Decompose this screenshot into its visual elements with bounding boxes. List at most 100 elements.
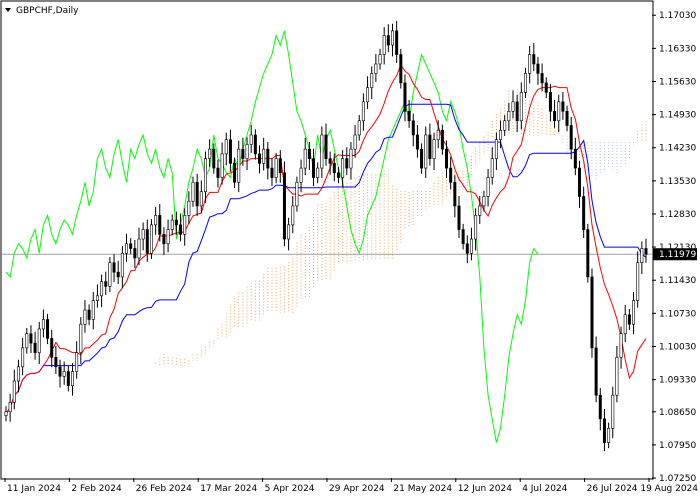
- candle-body: [636, 262, 640, 301]
- candle-body: [399, 54, 403, 84]
- candle-body: [623, 314, 627, 334]
- candle-body: [611, 394, 615, 429]
- price-axis-label: 1.17030: [659, 11, 696, 21]
- candle-body: [528, 54, 532, 74]
- candle-body: [320, 134, 324, 169]
- candle-body: [357, 120, 361, 136]
- candle-body: [312, 158, 316, 178]
- candle-body: [191, 181, 195, 202]
- candle-body: [586, 229, 590, 278]
- candle-body: [100, 281, 104, 297]
- candle-body: [228, 139, 232, 164]
- candle-body: [557, 101, 561, 122]
- candle-body: [332, 163, 336, 174]
- candle-body: [33, 342, 37, 353]
- candle-body: [307, 148, 311, 159]
- candle-body: [590, 276, 594, 349]
- candle-body: [615, 357, 619, 396]
- time-axis[interactable]: 11 Jan 2024 2 Feb 2024 26 Feb 2024 17 Mar 2…: [4, 478, 698, 494]
- candle-body: [411, 120, 415, 136]
- candle-body: [108, 262, 112, 287]
- candle-body: [303, 148, 307, 169]
- price-axis-label: 1.07250: [659, 474, 696, 484]
- candle-body: [461, 229, 465, 245]
- price-axis-label: 1.12830: [659, 210, 696, 220]
- time-axis-label: 26 Jul 2024: [587, 484, 638, 494]
- candle-body: [37, 328, 41, 353]
- candle-body: [469, 238, 473, 254]
- candle-body: [499, 129, 503, 140]
- candle: [590, 268, 594, 358]
- time-axis-label: 2 Feb 2024: [71, 484, 122, 494]
- candle-body: [166, 229, 170, 245]
- candle-body: [66, 371, 70, 387]
- candle-body: [582, 196, 586, 230]
- candle-body: [104, 281, 108, 287]
- candle-body: [627, 314, 631, 325]
- candle-body: [220, 153, 224, 178]
- time-axis-label: 4 Jul 2024: [522, 484, 567, 494]
- candle-body: [482, 196, 486, 207]
- price-axis-label: 1.08650: [659, 408, 696, 418]
- price-axis-label: 1.13530: [659, 177, 696, 187]
- price-axis-label: 1.07950: [659, 441, 696, 451]
- candle-body: [349, 148, 353, 169]
- candle-body: [602, 418, 606, 443]
- price-axis-label: 1.10030: [659, 342, 696, 352]
- candle-body: [12, 380, 16, 403]
- candle-body: [490, 158, 494, 178]
- candle-body: [345, 158, 349, 169]
- candle-body: [21, 347, 25, 368]
- price-axis-label: 1.16330: [659, 44, 696, 54]
- candle-body: [503, 120, 507, 131]
- candle-body: [336, 172, 340, 178]
- candle-body: [540, 73, 544, 84]
- candle-body: [216, 167, 220, 178]
- candle-body: [353, 134, 357, 150]
- candle-body: [46, 319, 50, 339]
- chart-svg[interactable]: 1.17030 1.16330 1.15630 1.14930 1.14230 1.135…: [0, 0, 700, 500]
- candle-body: [62, 371, 66, 377]
- time-axis-label: 5 Apr 2024: [265, 484, 315, 494]
- candle-body: [91, 300, 95, 320]
- time-axis-label: 19 Aug 2024: [640, 484, 698, 494]
- candle-body: [436, 129, 440, 140]
- chart-window: 1.17030 1.16330 1.15630 1.14930 1.14230 1.135…: [0, 0, 700, 500]
- candle-body: [245, 144, 249, 159]
- candle-body: [619, 333, 623, 358]
- candle-body: [253, 134, 257, 155]
- candle-body: [428, 134, 432, 159]
- candle-body: [519, 92, 523, 122]
- candle-body: [573, 148, 577, 169]
- candle-body: [569, 125, 573, 150]
- candle-body: [287, 224, 291, 240]
- candle-body: [445, 148, 449, 169]
- candle-body: [224, 139, 228, 155]
- candle-body: [316, 167, 320, 178]
- time-axis-label: 11 Jan 2024: [7, 484, 61, 494]
- candle-body: [494, 139, 498, 159]
- price-axis-label: 1.10730: [659, 309, 696, 319]
- candle: [399, 48, 403, 89]
- candle-body: [644, 248, 648, 255]
- candle-body: [8, 401, 12, 413]
- candle-body: [449, 167, 453, 183]
- time-axis-label: 26 Feb 2024: [136, 484, 192, 494]
- candle-body: [465, 243, 469, 254]
- candle-body: [87, 309, 91, 320]
- candle-body: [195, 181, 199, 207]
- candle-body: [366, 87, 370, 103]
- price-axis[interactable]: 1.17030 1.16330 1.15630 1.14930 1.14230 1.135…: [652, 11, 696, 484]
- candle-body: [58, 366, 62, 377]
- candle: [282, 161, 286, 247]
- candle-body: [640, 248, 644, 264]
- candle-body: [141, 229, 145, 240]
- candle-body: [420, 148, 424, 169]
- candle-body: [233, 163, 237, 183]
- candle-body: [536, 63, 540, 74]
- candle-body: [632, 300, 636, 325]
- candle-body: [511, 101, 515, 112]
- candle-body: [594, 347, 598, 396]
- candle-body: [95, 295, 99, 301]
- candle-body: [237, 148, 241, 183]
